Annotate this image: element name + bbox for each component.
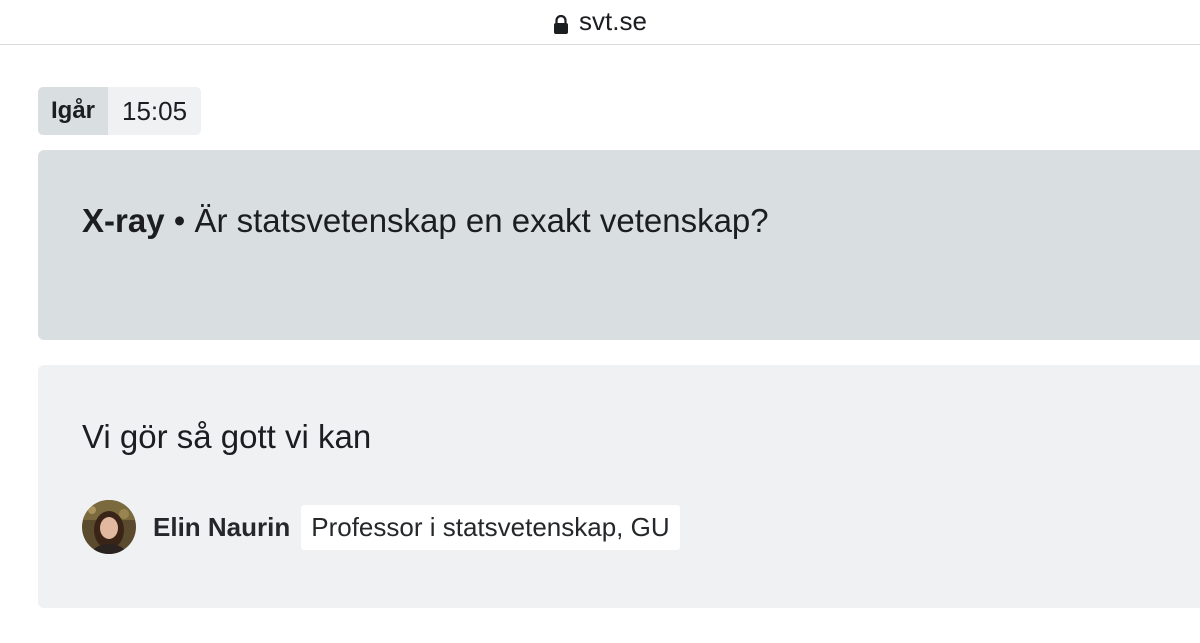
author-title-badge: Professor i statsvetenskap, GU xyxy=(301,504,680,550)
post-timestamp: Igår 15:05 xyxy=(38,87,202,135)
url-text: svt.se xyxy=(579,5,647,36)
program-name: X-ray xyxy=(82,202,165,239)
question-text: Är statsvetenskap en exakt vetenskap? xyxy=(194,202,769,239)
timestamp-day: Igår xyxy=(38,87,109,135)
url-display[interactable]: svt.se xyxy=(553,6,647,37)
answer-card: Vi gör så gott vi kan Elin Naurin Profes… xyxy=(38,365,1200,608)
separator-bullet: • xyxy=(173,202,186,239)
question-card: X-ray • Är statsvetenskap en exakt veten… xyxy=(38,150,1200,340)
browser-address-bar[interactable]: svt.se xyxy=(0,0,1200,45)
answer-author: Elin Naurin Professor i statsvetenskap, … xyxy=(82,500,680,554)
lock-icon xyxy=(553,11,569,34)
answer-text: Vi gör så gott vi kan xyxy=(82,418,372,455)
question-heading: X-ray • Är statsvetenskap en exakt veten… xyxy=(82,202,769,240)
timestamp-time: 15:05 xyxy=(108,87,202,135)
author-name: Elin Naurin xyxy=(153,511,291,542)
avatar xyxy=(82,500,136,554)
